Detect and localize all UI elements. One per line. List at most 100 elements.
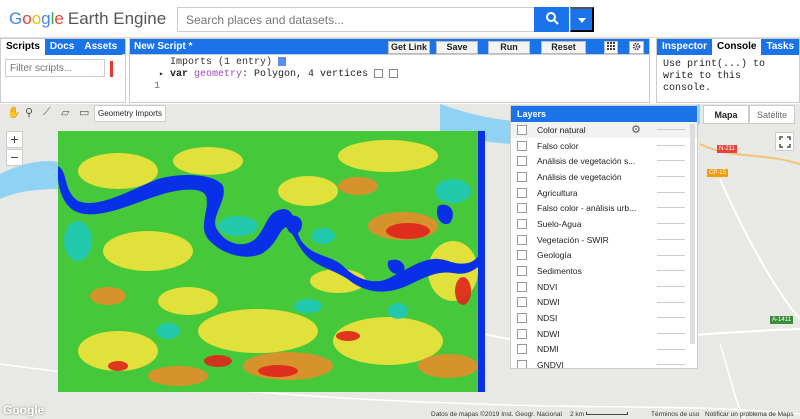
save-button[interactable]: Save: [436, 41, 478, 54]
earth-engine-logo[interactable]: Google Earth Engine: [9, 9, 166, 29]
layer-item[interactable]: Análisis de vegetación: [511, 169, 697, 185]
road-label: A-1411: [770, 316, 793, 324]
tab-assets[interactable]: Assets: [79, 38, 123, 55]
run-button[interactable]: Run: [488, 41, 530, 54]
layer-item[interactable]: NDWI: [511, 295, 697, 311]
classified-raster: [58, 131, 485, 392]
opacity-slider[interactable]: [657, 254, 685, 256]
layer-item[interactable]: NDSI: [511, 310, 697, 326]
line-draw-icon[interactable]: ⟋: [43, 106, 57, 120]
search-dropdown-button[interactable]: [570, 7, 594, 32]
gear-icon[interactable]: ⚙: [631, 123, 641, 136]
google-watermark: Google: [3, 403, 45, 417]
layer-label: Análisis de vegetación: [537, 171, 622, 182]
layer-item[interactable]: Análisis de vegetación s...: [511, 153, 697, 169]
get-link-button[interactable]: Get Link: [388, 41, 430, 54]
delete-icon[interactable]: [389, 69, 399, 79]
layer-label: Sedimentos: [537, 266, 582, 277]
scale-label: 2 km: [570, 411, 585, 418]
tab-scripts[interactable]: Scripts: [1, 38, 45, 55]
opacity-slider[interactable]: [657, 207, 685, 209]
fullscreen-button[interactable]: [775, 132, 794, 151]
document-icon[interactable]: [278, 57, 287, 66]
expand-icon[interactable]: ▸: [159, 69, 164, 81]
layer-label: Color natural: [537, 124, 586, 135]
layer-label: NDSI: [537, 313, 558, 324]
layer-checkbox[interactable]: [517, 344, 527, 355]
settings-button[interactable]: [629, 41, 644, 54]
layer-checkbox[interactable]: [517, 218, 527, 229]
opacity-slider[interactable]: [657, 176, 685, 178]
layer-item[interactable]: GNDVI: [511, 357, 697, 368]
opacity-slider[interactable]: [657, 238, 685, 240]
filter-scripts-input[interactable]: [5, 59, 105, 77]
layer-item[interactable]: Vegetación - SWIR: [511, 232, 697, 248]
grid-icon: [607, 42, 615, 50]
layer-item[interactable]: Falso color - análisis urb...: [511, 200, 697, 216]
opacity-slider[interactable]: [657, 317, 685, 319]
layer-checkbox[interactable]: [517, 266, 527, 277]
hand-icon[interactable]: ✋: [7, 106, 21, 120]
apps-button[interactable]: [604, 41, 618, 54]
search-button[interactable]: [534, 7, 569, 32]
rectangle-draw-icon[interactable]: ▭: [79, 106, 93, 120]
layer-item[interactable]: Agricultura: [511, 185, 697, 201]
layer-item[interactable]: Geología: [511, 248, 697, 264]
opacity-slider[interactable]: [657, 285, 685, 287]
layer-item[interactable]: NDVI: [511, 279, 697, 295]
layer-checkbox[interactable]: [517, 250, 527, 261]
tab-inspector[interactable]: Inspector: [657, 38, 713, 55]
reset-button[interactable]: Reset: [541, 41, 586, 54]
layer-checkbox[interactable]: [517, 313, 527, 324]
layer-checkbox[interactable]: [517, 187, 527, 198]
opacity-slider[interactable]: [657, 348, 685, 350]
layer-checkbox[interactable]: [517, 124, 527, 135]
logo-letter: o: [22, 9, 32, 28]
layer-checkbox[interactable]: [517, 297, 527, 308]
geometry-imports-button[interactable]: Geometry Imports: [94, 105, 166, 122]
opacity-slider[interactable]: [657, 223, 685, 225]
layer-item[interactable]: NDWI: [511, 326, 697, 342]
terms-link[interactable]: Términos de uso: [651, 411, 699, 418]
search-input[interactable]: [177, 7, 534, 32]
layer-label: NDWI: [537, 328, 560, 339]
map-type-map[interactable]: Mapa: [703, 105, 749, 124]
layer-item[interactable]: Falso color: [511, 138, 697, 154]
layer-item[interactable]: Sedimentos: [511, 263, 697, 279]
opacity-slider[interactable]: [657, 301, 685, 303]
layer-checkbox[interactable]: [517, 281, 527, 292]
logo-product: Earth Engine: [67, 9, 167, 28]
opacity-slider[interactable]: [657, 191, 685, 193]
map-type-satellite[interactable]: Satélite: [749, 105, 795, 124]
code-area[interactable]: Imports (1 entry) ▸ var geometry: Polygon…: [130, 55, 649, 81]
line-number: 1: [153, 81, 160, 92]
tab-tasks[interactable]: Tasks: [761, 38, 800, 55]
opacity-slider[interactable]: [657, 364, 685, 366]
edit-icon[interactable]: [374, 69, 384, 79]
layer-checkbox[interactable]: [517, 360, 527, 368]
layers-scrollbar[interactable]: [690, 124, 695, 344]
layer-list: Color natural ⚙ Falso color Análisis de veg…: [511, 122, 697, 368]
tab-docs[interactable]: Docs: [44, 38, 80, 55]
layer-checkbox[interactable]: [517, 328, 527, 339]
polygon-draw-icon[interactable]: ▱: [61, 106, 75, 120]
zoom-out-button[interactable]: −: [6, 149, 23, 166]
opacity-slider[interactable]: [657, 144, 685, 146]
layer-item[interactable]: NDMI: [511, 342, 697, 358]
layer-item[interactable]: Suelo-Agua: [511, 216, 697, 232]
report-problem-link[interactable]: Notificar un problema de Maps: [705, 411, 794, 418]
layer-checkbox[interactable]: [517, 234, 527, 245]
opacity-slider[interactable]: [657, 160, 685, 162]
point-marker-icon[interactable]: ⚲: [25, 106, 39, 120]
layer-checkbox[interactable]: [517, 140, 527, 151]
opacity-slider[interactable]: [657, 129, 685, 130]
imports-line[interactable]: Imports (1 entry): [170, 57, 272, 68]
opacity-slider[interactable]: [657, 332, 685, 334]
tab-console[interactable]: Console: [712, 38, 762, 55]
layer-checkbox[interactable]: [517, 171, 527, 182]
layer-checkbox[interactable]: [517, 203, 527, 214]
zoom-in-button[interactable]: +: [6, 131, 23, 148]
layer-checkbox[interactable]: [517, 156, 527, 167]
opacity-slider[interactable]: [657, 270, 685, 272]
layer-item[interactable]: Color natural ⚙: [511, 122, 697, 138]
